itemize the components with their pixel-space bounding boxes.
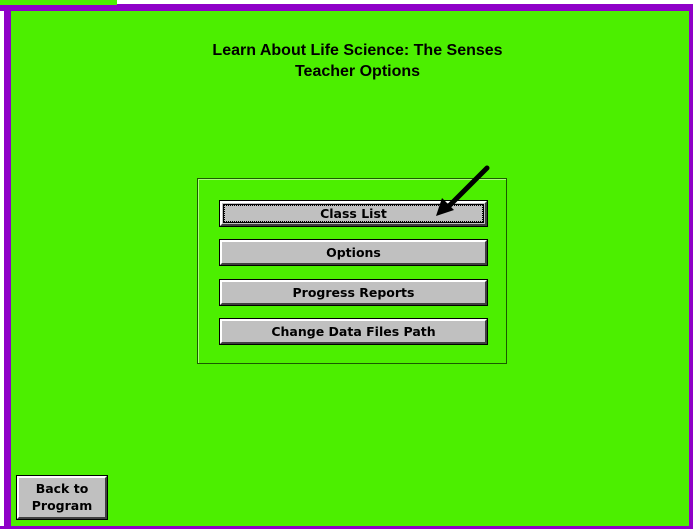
options-button[interactable]: Options [219,239,488,266]
title-line-section: Teacher Options [294,63,421,80]
back-button-line-2: Program [31,498,93,513]
back-button-line-1: Back to [35,481,89,496]
teacher-options-screen: Learn About Life Science: The Senses Tea… [0,0,693,529]
arrow-pointer-icon [436,165,490,216]
page-title: Learn About Life Science: The Senses Tea… [0,40,693,82]
progress-reports-button[interactable]: Progress Reports [219,279,488,306]
title-line-app: Learn About Life Science: The Senses [212,42,503,59]
window-right-border [689,11,693,529]
window-top-left-strip [0,0,117,5]
change-data-files-path-button[interactable]: Change Data Files Path [219,318,488,345]
window-left-highlight [0,11,4,529]
back-to-program-button[interactable]: Back to Program [16,475,108,520]
window-top-highlight [117,0,693,4]
